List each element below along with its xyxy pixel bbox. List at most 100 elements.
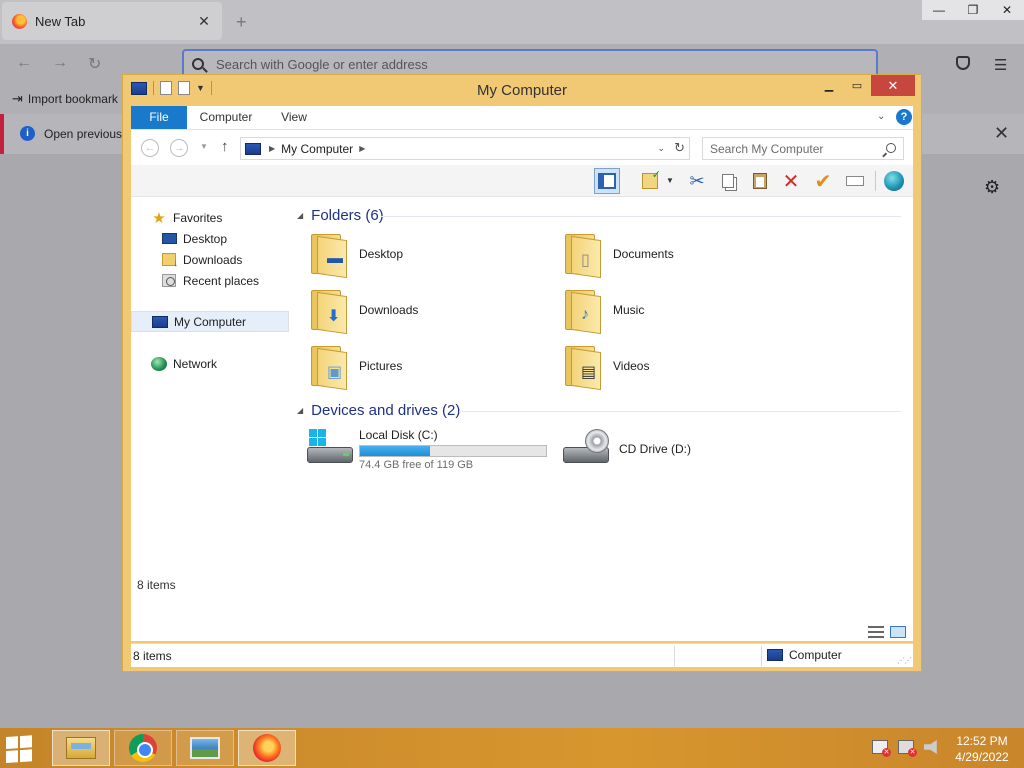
group-header-folders[interactable]: ◢ Folders (6) (297, 205, 384, 225)
breadcrumb-chevron-icon[interactable]: ▶ (269, 144, 275, 153)
close-button[interactable]: ✕ (990, 0, 1024, 20)
hard-drive-icon (307, 429, 353, 469)
breadcrumb-my-computer[interactable]: My Computer (281, 142, 353, 156)
folder-music[interactable]: ♪ Music (563, 284, 803, 336)
folder-videos[interactable]: ▤ Videos (563, 340, 803, 392)
folder-icon: ♪ (563, 288, 603, 335)
globe-icon (884, 171, 904, 191)
select-all-button[interactable]: ✔ (810, 168, 836, 194)
chrome-icon (129, 734, 157, 762)
desktop-icon (161, 232, 177, 246)
forward-button[interactable]: → (170, 139, 188, 157)
maximize-button[interactable]: ▭ (843, 75, 871, 96)
folder-label: Pictures (359, 359, 403, 373)
pocket-icon[interactable] (956, 56, 970, 70)
taskbar-chrome[interactable] (114, 730, 172, 766)
import-bookmarks-link[interactable]: ⇥ Import bookmark (12, 91, 118, 107)
gear-icon[interactable]: ⚙ (984, 177, 1000, 198)
status-location-label: Computer (789, 648, 842, 662)
notification-close-icon[interactable]: ✕ (994, 123, 1009, 144)
folder-label: Downloads (359, 303, 419, 317)
cut-button[interactable]: ✂ (684, 168, 710, 194)
command-toolbar: ▼ ✂ ✕ ✔ (131, 165, 913, 197)
menu-icon[interactable]: ☰ (994, 56, 1007, 74)
action-center-flag-icon[interactable]: ✕ (872, 740, 891, 757)
nav-item-desktop[interactable]: Desktop (131, 228, 289, 249)
nav-item-network[interactable]: Network (131, 353, 289, 374)
view-switcher (868, 626, 906, 638)
star-icon: ★ (152, 209, 166, 227)
folder-downloads[interactable]: ⬇ Downloads (309, 284, 549, 336)
photos-icon (190, 737, 220, 759)
ribbon-tabs: File Computer View ⌄ ? (131, 106, 913, 129)
drive-cd-d[interactable]: CD Drive (D:) (563, 423, 803, 475)
clock[interactable]: 12:52 PM 4/29/2022 (950, 733, 1014, 765)
refresh-icon[interactable]: ↻ (674, 140, 685, 156)
taskbar-firefox[interactable] (238, 730, 296, 766)
info-icon: i (20, 126, 35, 141)
folder-desktop[interactable]: ▬ Desktop (309, 228, 549, 280)
tab-computer[interactable]: Computer (191, 106, 261, 129)
large-icons-view-icon[interactable] (890, 626, 906, 638)
window-title: My Computer (476, 82, 568, 99)
help-icon[interactable]: ? (896, 109, 912, 125)
drive-local-disk-c[interactable]: Local Disk (C:) 74.4 GB free of 119 GB (307, 423, 547, 475)
details-view-icon[interactable] (868, 626, 884, 638)
nav-item-recent-places[interactable]: Recent places (131, 270, 289, 291)
nav-item-my-computer[interactable]: My Computer (131, 311, 289, 332)
restore-button[interactable]: ❐ (956, 0, 990, 20)
group-header-label: Folders (6) (311, 206, 384, 224)
new-tab-plus-icon[interactable]: + (236, 12, 247, 33)
drive-usage-bar (359, 444, 547, 457)
internet-button[interactable] (881, 168, 907, 194)
reload-icon[interactable]: ↻ (88, 54, 101, 74)
forward-arrow-icon[interactable]: → (52, 54, 68, 72)
recent-locations-chevron-down-icon[interactable]: ▼ (200, 142, 208, 151)
rename-button[interactable] (842, 168, 868, 194)
search-icon[interactable] (886, 143, 896, 153)
collapse-triangle-icon[interactable]: ◢ (297, 211, 303, 220)
address-dropdown-chevron-down-icon[interactable]: ⌄ (657, 143, 665, 154)
explorer-title-bar[interactable]: ▼ My Computer ▁ ▭ ✕ (123, 75, 921, 105)
taskbar-file-explorer[interactable] (52, 730, 110, 766)
search-input[interactable]: Search My Computer (702, 137, 904, 160)
breadcrumb-chevron-icon[interactable]: ▶ (359, 144, 365, 153)
collapse-triangle-icon[interactable]: ◢ (297, 406, 303, 415)
back-button[interactable]: ← (141, 139, 159, 157)
expand-ribbon-chevron-down-icon[interactable]: ⌄ (877, 111, 885, 122)
group-header-devices[interactable]: ◢ Devices and drives (2) (297, 400, 460, 420)
minimize-button[interactable]: — (922, 0, 956, 20)
drive-name: CD Drive (D:) (619, 442, 691, 456)
nav-item-favorites[interactable]: ★ Favorites (131, 207, 289, 228)
rename-icon (846, 176, 864, 186)
tab-view[interactable]: View (271, 106, 317, 129)
status-bar: 8 items Computer ⋰⋰ (131, 643, 913, 667)
properties-chevron-down-icon[interactable]: ▼ (666, 176, 674, 185)
tab-new-tab[interactable]: New Tab ✕ (2, 2, 222, 40)
start-button[interactable] (6, 735, 36, 764)
paste-button[interactable] (747, 168, 773, 194)
resize-grip-icon[interactable]: ⋰⋰ (897, 656, 912, 665)
nav-item-downloads[interactable]: Downloads (131, 249, 289, 270)
up-arrow-icon[interactable]: ↑ (221, 138, 229, 155)
address-box[interactable]: ▶ My Computer ▶ ⌄ ↻ (240, 137, 690, 160)
address-bar-row: ← → ▼ ↑ ▶ My Computer ▶ ⌄ ↻ Search My Co… (131, 129, 913, 165)
delete-button[interactable]: ✕ (778, 168, 804, 194)
minimize-button[interactable]: ▁ (815, 75, 843, 96)
network-status-icon[interactable]: ✕ (898, 740, 917, 757)
folder-documents[interactable]: ▯ Documents (563, 228, 803, 280)
volume-muted-icon[interactable] (924, 740, 937, 754)
tab-close-icon[interactable]: ✕ (196, 13, 212, 30)
close-button[interactable]: ✕ (871, 75, 915, 96)
preview-pane-button[interactable] (594, 168, 620, 194)
back-arrow-icon[interactable]: ← (16, 54, 32, 72)
tab-file[interactable]: File (131, 106, 187, 129)
copy-button[interactable] (715, 168, 741, 194)
taskbar-photos[interactable] (176, 730, 234, 766)
explorer-content: ★ Favorites Desktop Downloads Recent pla… (131, 197, 913, 641)
navigation-pane: ★ Favorites Desktop Downloads Recent pla… (131, 197, 289, 641)
folder-pictures[interactable]: ▣ Pictures (309, 340, 549, 392)
browser-window-controls: — ❐ ✕ (922, 0, 1024, 20)
properties-button[interactable] (637, 168, 663, 194)
checkmark-icon: ✔ (814, 170, 832, 193)
